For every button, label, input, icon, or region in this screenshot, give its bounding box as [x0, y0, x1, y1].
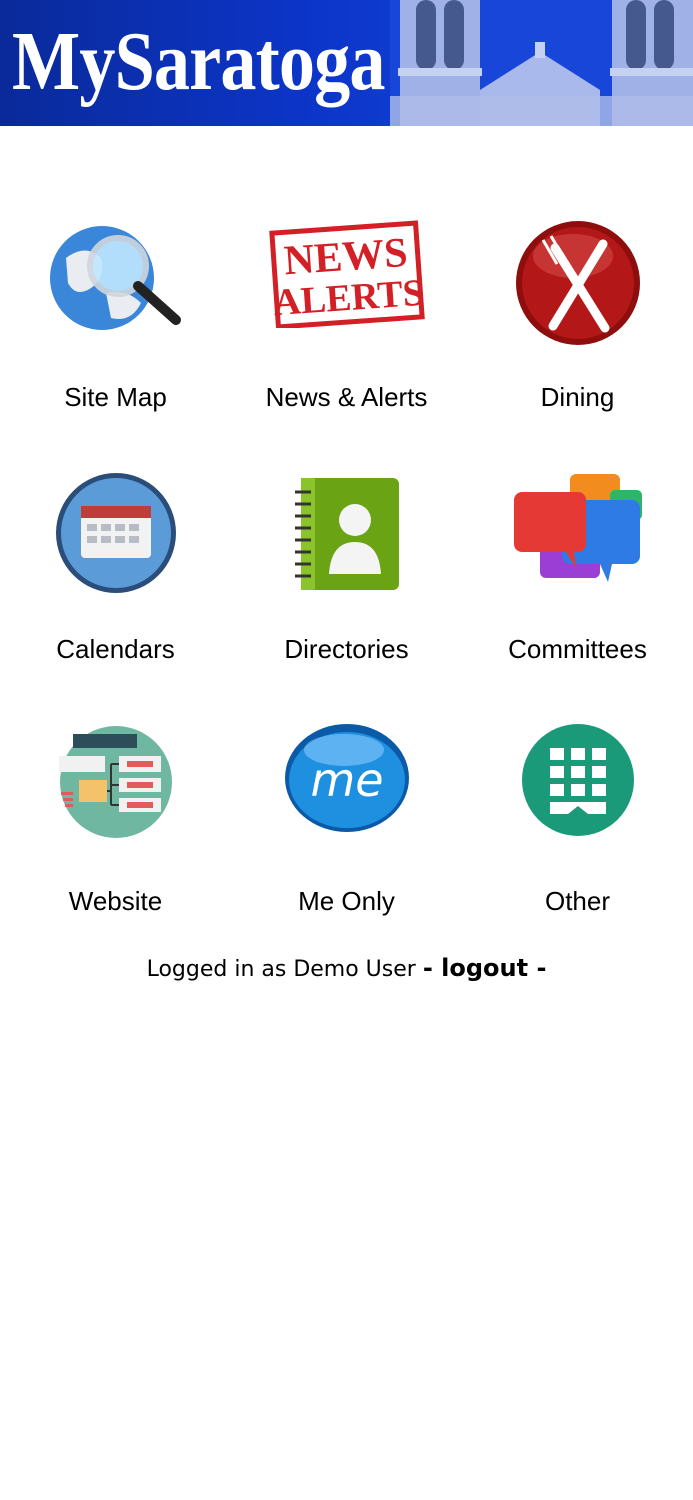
menu-tile-website[interactable]: Website: [0, 722, 231, 952]
menu-label: News & Alerts: [265, 382, 428, 412]
header-banner: MySaratoga: [0, 0, 693, 126]
menu-tile-site-map[interactable]: Site Map: [0, 218, 231, 448]
menu-label: Directories: [284, 634, 409, 664]
menu-label: Website: [68, 886, 163, 916]
sitemap-icon: [58, 726, 172, 838]
menu-label: Calendars: [56, 634, 175, 664]
app-title: MySaratoga: [12, 15, 385, 108]
menu-tile-news-alerts[interactable]: NEWS ALERTS News & Alerts: [231, 218, 462, 448]
svg-text:me: me: [310, 753, 383, 807]
me-bubble-icon: me: [284, 724, 409, 832]
globe-magnifier-icon: [49, 226, 181, 330]
logged-in-text: Logged in as Demo User: [146, 957, 416, 982]
menu-tile-directories[interactable]: Directories: [231, 470, 462, 700]
menu-label: Committees: [508, 634, 647, 664]
news-alerts-stamp-icon: NEWS ALERTS: [268, 220, 425, 328]
app-grid-icon: [521, 724, 634, 836]
login-status: Logged in as Demo User - logout -: [0, 954, 693, 982]
logout-link[interactable]: - logout -: [423, 954, 547, 982]
menu-tile-me-only[interactable]: me Me Only: [231, 722, 462, 952]
menu-tile-calendars[interactable]: Calendars: [0, 470, 231, 700]
menu-tile-other[interactable]: Other: [462, 722, 693, 952]
menu-label: Me Only: [298, 886, 395, 916]
calendar-icon: [55, 473, 176, 593]
menu-label: Site Map: [64, 382, 167, 412]
address-book-icon: [294, 478, 399, 590]
fork-knife-icon: [515, 221, 640, 345]
chat-bubbles-icon: [513, 474, 642, 582]
menu-tile-committees[interactable]: Committees: [462, 470, 693, 700]
menu-label: Other: [544, 886, 611, 916]
menu-label: Dining: [540, 382, 615, 412]
menu-tile-dining[interactable]: Dining: [462, 218, 693, 448]
church-towers-image: [390, 0, 693, 126]
